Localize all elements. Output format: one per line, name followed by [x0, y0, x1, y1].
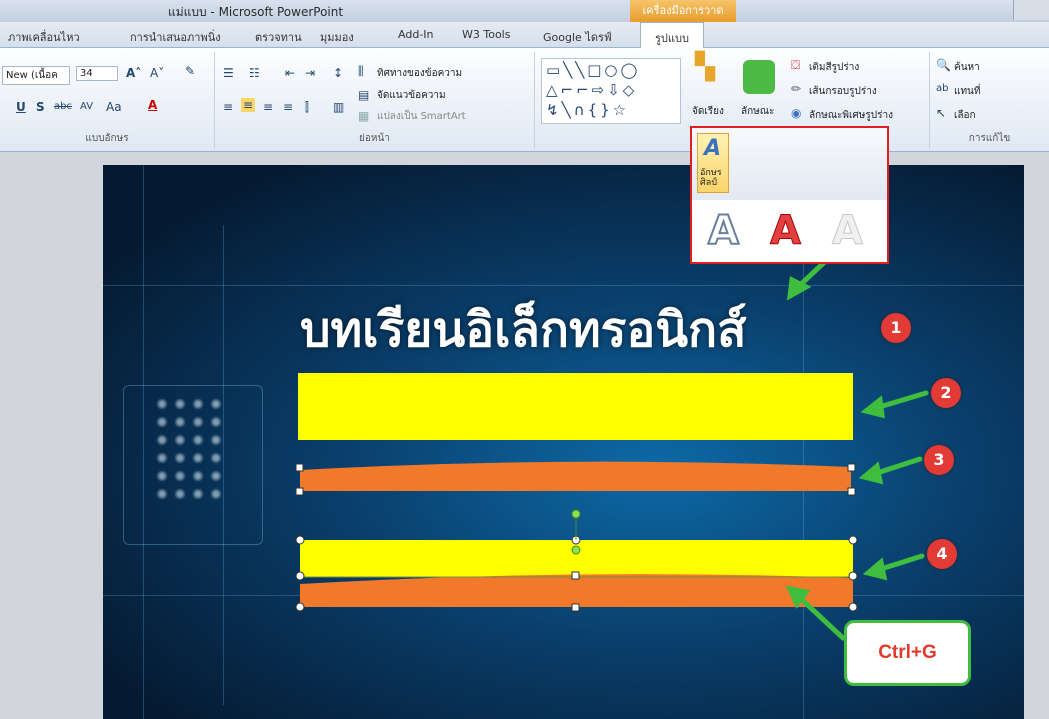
shapes-gallery[interactable]: ▭╲╲□○◯ △⌐⌐⇨⇩◇ ↯╲∩{}☆ [541, 58, 681, 124]
paragraph-group-label: ย่อหน้า [359, 133, 390, 144]
numbering-icon[interactable]: ☷ [249, 66, 260, 80]
wordart-a-icon: A [704, 136, 722, 161]
keypad-decoration [153, 395, 223, 505]
editing-group: 🔍 ค้นหา ab แทนที่ ↖ เลือก การแก้ไข [930, 52, 1049, 148]
wordart-style-light[interactable]: A [832, 208, 864, 255]
strikethrough-icon[interactable]: abc [54, 100, 72, 114]
align-left-icon[interactable]: ≡ [223, 100, 233, 114]
align-right-icon[interactable]: ≡ [263, 100, 273, 114]
step-marker-1: 1 [881, 313, 911, 343]
step-marker-3: 3 [924, 445, 954, 475]
change-case-icon[interactable]: Aa [106, 100, 122, 114]
font-size-box[interactable]: 34 [76, 66, 118, 81]
font-name-box[interactable]: New (เนื้อค [2, 66, 70, 85]
underline-icon[interactable]: U [16, 100, 26, 114]
window-controls[interactable] [1013, 0, 1049, 20]
shape-fill-label[interactable]: เติมสีรูปร่าง [809, 60, 859, 75]
font-color-icon[interactable]: A [148, 98, 157, 112]
replace-icon[interactable]: ab [936, 82, 948, 96]
wordart-label: อักษรศิลป์ [700, 168, 722, 188]
quick-styles-icon[interactable] [743, 60, 775, 94]
text-direction-label[interactable]: ทิศทางของข้อความ [377, 66, 462, 81]
smartart-icon[interactable]: ▦ [358, 109, 369, 123]
char-spacing-icon[interactable]: AV [80, 100, 93, 114]
font-group: New (เนื้อค 34 A˄ A˅ ✎ U S abc AV Aa A แ… [0, 52, 215, 148]
step-marker-4: 4 [927, 539, 957, 569]
shape-effects-label[interactable]: ลักษณะพิเศษรูปร่าง [809, 108, 893, 123]
shape-row-1-icon[interactable]: ▭╲╲□○◯ [546, 63, 640, 78]
tab-addin[interactable]: Add-In [398, 28, 433, 41]
ribbon: New (เนื้อค 34 A˄ A˅ ✎ U S abc AV Aa A แ… [0, 48, 1049, 152]
grow-font-icon[interactable]: A˄ [126, 66, 141, 80]
wordart-style-red[interactable]: A [770, 208, 802, 255]
shape-outline-label[interactable]: เส้นกรอบรูปร่าง [809, 84, 877, 99]
wordart-style-outline[interactable]: A [707, 207, 740, 255]
decrease-indent-icon[interactable]: ⇤ [285, 66, 295, 80]
bullets-icon[interactable]: ☰ [223, 66, 234, 80]
wordart-button[interactable]: A อักษรศิลป์ [697, 133, 729, 193]
yellow-rectangle[interactable] [298, 373, 853, 440]
tab-animations[interactable]: ภาพเคลื่อนไหว [8, 28, 80, 46]
shape-row-2-icon[interactable]: △⌐⌐⇨⇩◇ [546, 83, 637, 98]
shape-effects-icon[interactable]: ◉ [791, 106, 801, 120]
quick-styles-label[interactable]: ลักษณะ [741, 104, 774, 119]
clear-format-icon[interactable]: ✎ [185, 64, 195, 78]
tab-view[interactable]: มุมมอง [320, 28, 354, 46]
editing-group-label: การแก้ไข [968, 133, 1011, 144]
columns-icon[interactable]: ⫿ [305, 100, 309, 114]
replace-label[interactable]: แทนที่ [954, 84, 980, 99]
step-marker-2: 2 [931, 378, 961, 408]
line-spacing-icon[interactable]: ↕ [333, 66, 343, 80]
shadow-icon[interactable]: S [36, 100, 45, 114]
context-tab-drawing-tools[interactable]: เครื่องมือการวาด [630, 0, 736, 22]
window-title: แม่แบบ - Microsoft PowerPoint [168, 5, 344, 19]
wordart-popup: A อักษรศิลป์ A A A [690, 126, 889, 264]
justify-icon[interactable]: ≡ [283, 100, 293, 114]
shape-fill-icon[interactable]: ⛋ [791, 58, 800, 72]
ribbon-tabs: ภาพเคลื่อนไหว การนำเสนอภาพนิ่ง ตรวจทาน ม… [0, 22, 1049, 48]
arrange-label[interactable]: จัดเรียง [692, 104, 724, 119]
tab-review[interactable]: ตรวจทาน [255, 28, 302, 46]
shrink-font-icon[interactable]: A˅ [150, 66, 164, 80]
column-options-icon[interactable]: ▥ [333, 100, 344, 114]
align-center-icon[interactable]: ≡ [241, 98, 256, 112]
slide-title-wordart[interactable]: บทเรียนอิเล็กทรอนิกส์ [300, 292, 860, 358]
wordart-popup-header: A อักษรศิลป์ [692, 128, 887, 200]
title-bar: แม่แบบ - Microsoft PowerPoint เครื่องมือ… [0, 0, 1049, 22]
select-label[interactable]: เลือก [954, 108, 976, 123]
find-label[interactable]: ค้นหา [954, 60, 980, 75]
convert-smartart-label[interactable]: แปลงเป็น SmartArt [377, 109, 466, 124]
align-text-icon[interactable]: ▤ [358, 88, 369, 102]
tab-google-drive[interactable]: Google ไดรฟ์ [543, 28, 612, 46]
select-icon[interactable]: ↖ [936, 106, 946, 120]
text-direction-icon[interactable]: ⫼ [358, 64, 364, 78]
shape-row-3-icon[interactable]: ↯╲∩{}☆ [546, 103, 629, 118]
tab-w3tools[interactable]: W3 Tools [462, 28, 510, 41]
align-text-label[interactable]: จัดแนวข้อความ [377, 88, 446, 103]
arrange-icon[interactable]: ▚ [695, 54, 715, 80]
find-icon[interactable]: 🔍 [936, 58, 951, 72]
increase-indent-icon[interactable]: ⇥ [305, 66, 315, 80]
tab-format[interactable]: รูปแบบ [640, 22, 704, 48]
font-group-label: แบบอักษร [85, 133, 129, 144]
paragraph-group: ☰ ☷ ⇤ ⇥ ↕ ⫼ ทิศทางของข้อความ ▤ จัดแนวข้อ… [215, 52, 535, 148]
wordart-styles-gallery: A A A [692, 200, 887, 262]
ctrl-g-callout: Ctrl+G [844, 620, 971, 686]
tab-slideshow[interactable]: การนำเสนอภาพนิ่ง [130, 28, 221, 46]
shape-outline-icon[interactable]: ✏ [791, 82, 801, 96]
